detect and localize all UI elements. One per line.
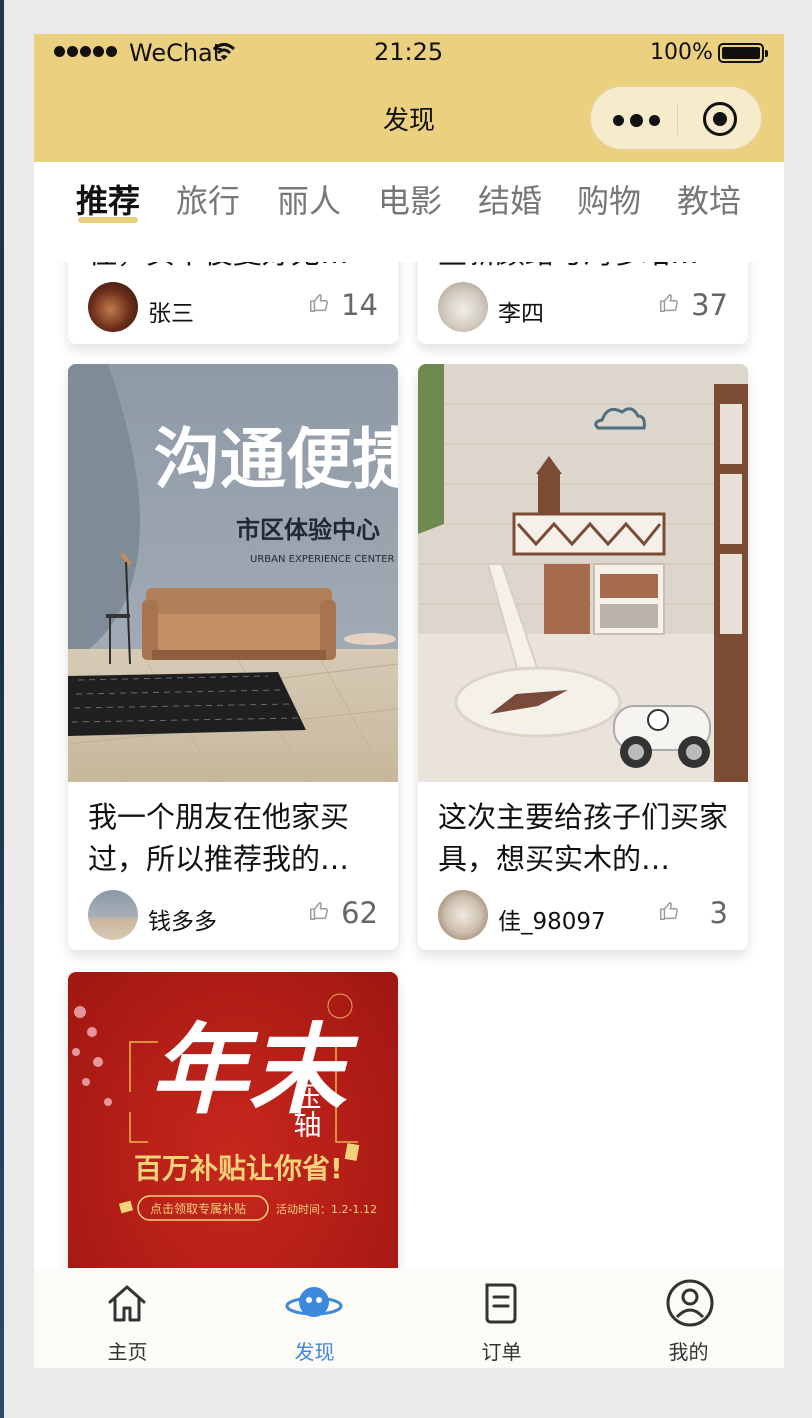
feed-list: 住，买下俊复好无… 张三 14 些新颜路与淘参站… 李四 37 bbox=[34, 262, 784, 1268]
card-title: 我一个朋友在他家买过，所以推荐我的… bbox=[88, 800, 350, 876]
feed-card[interactable]: 这次主要给孩子们买家具，想买实木的… 佳_98097 3 bbox=[418, 364, 748, 950]
more-options-icon[interactable] bbox=[613, 114, 660, 127]
cover-subtitle: 市区体验中心 bbox=[236, 516, 380, 544]
avatar[interactable] bbox=[438, 282, 488, 332]
signal-strength-icon bbox=[54, 46, 117, 57]
author-name[interactable]: 张三 bbox=[148, 294, 194, 328]
thumbs-up-icon[interactable] bbox=[308, 292, 330, 314]
thumbs-up-icon[interactable] bbox=[658, 900, 680, 922]
bottom-tab-label: 主页 bbox=[107, 1340, 148, 1364]
card-meta: 李四 37 bbox=[438, 282, 728, 334]
tab-wedding[interactable]: 结婚 bbox=[478, 176, 542, 222]
like-count: 62 bbox=[341, 896, 378, 930]
tab-movie[interactable]: 电影 bbox=[378, 176, 442, 222]
profile-icon bbox=[666, 1279, 714, 1327]
cover-subtitle-en: URBAN EXPERIENCE CENTER bbox=[250, 554, 395, 565]
card-title: 这次主要给孩子们买家具，想买实木的… bbox=[438, 800, 729, 876]
tab-education[interactable]: 教培 bbox=[677, 176, 741, 222]
bottom-tab-home[interactable]: 主页 bbox=[34, 1268, 221, 1368]
miniprogram-capsule bbox=[590, 86, 762, 150]
discover-icon bbox=[285, 1287, 343, 1317]
home-icon bbox=[108, 1285, 146, 1322]
like-count: 3 bbox=[709, 896, 728, 930]
thumbs-up-icon[interactable] bbox=[658, 292, 680, 314]
wifi-icon bbox=[212, 43, 236, 60]
battery-percent: 100% bbox=[650, 40, 713, 65]
thumbs-up-icon[interactable] bbox=[308, 900, 330, 922]
cover-side-text: 压轴 bbox=[290, 1082, 323, 1138]
desktop-background bbox=[0, 0, 4, 1418]
like-count: 14 bbox=[341, 288, 378, 322]
card-meta: 钱多多 62 bbox=[88, 890, 378, 942]
tab-beauty[interactable]: 丽人 bbox=[277, 176, 341, 222]
bottom-tab-label: 订单 bbox=[481, 1340, 522, 1364]
navigation-bar: 发现 bbox=[34, 74, 784, 162]
bottom-tab-label: 发现 bbox=[294, 1340, 335, 1364]
cover-image[interactable] bbox=[418, 364, 748, 782]
avatar[interactable] bbox=[88, 890, 138, 940]
bottom-tab-profile[interactable]: 我的 bbox=[595, 1268, 782, 1368]
tab-recommend[interactable]: 推荐 bbox=[76, 176, 140, 222]
bottom-tab-bar: 主页 发现 订单 我的 bbox=[34, 1268, 784, 1368]
card-meta: 佳_98097 3 bbox=[438, 890, 728, 942]
feed-card[interactable]: 住，买下俊复好无… 张三 14 bbox=[68, 262, 398, 344]
tab-shopping[interactable]: 购物 bbox=[577, 176, 641, 222]
feed-card[interactable]: 些新颜路与淘参站… 李四 37 bbox=[418, 262, 748, 344]
battery-icon bbox=[718, 43, 768, 63]
close-miniprogram-icon[interactable] bbox=[703, 102, 737, 136]
card-title: 些新颜路与淘参站… bbox=[438, 262, 738, 274]
avatar[interactable] bbox=[88, 282, 138, 332]
card-meta: 张三 14 bbox=[88, 282, 378, 334]
cover-date-text: 活动时间：1.2-1.12 bbox=[276, 1203, 377, 1216]
cover-image[interactable]: 沟通便捷 市区体验中心 URBAN EXPERIENCE CENTER bbox=[68, 364, 398, 782]
feed-card[interactable]: 沟通便捷 市区体验中心 URBAN EXPERIENCE CENTER 我一个朋… bbox=[68, 364, 398, 950]
tab-travel[interactable]: 旅行 bbox=[176, 176, 240, 222]
cover-image[interactable]: 年末 压轴 百万补贴让你省! 点击领取专属补贴 活动时间：1.2-1.12 bbox=[68, 972, 398, 1268]
carrier-name: WeChat bbox=[129, 39, 223, 67]
category-tabs: 推荐 旅行 丽人 电影 结婚 购物 教培 bbox=[34, 162, 784, 226]
cover-banner-text: 百万补贴让你省! bbox=[134, 1152, 343, 1185]
card-title: 住，买下俊复好无… bbox=[88, 262, 388, 274]
capsule-divider bbox=[677, 103, 678, 135]
author-name[interactable]: 李四 bbox=[498, 294, 544, 328]
bottom-tab-label: 我的 bbox=[668, 1340, 709, 1364]
order-icon bbox=[485, 1283, 517, 1324]
author-name[interactable]: 钱多多 bbox=[148, 902, 217, 936]
author-name[interactable]: 佳_98097 bbox=[498, 902, 606, 936]
like-count: 37 bbox=[691, 288, 728, 322]
status-bar: WeChat 21:25 100% bbox=[34, 34, 784, 74]
avatar[interactable] bbox=[438, 890, 488, 940]
cover-headline: 沟通便捷 bbox=[154, 421, 398, 498]
phone-screen: WeChat 21:25 100% 发现 推荐 旅行 丽人 电影 结婚 购物 教… bbox=[34, 34, 784, 1368]
bottom-tab-discover[interactable]: 发现 bbox=[221, 1268, 408, 1368]
active-tab-indicator bbox=[78, 217, 138, 223]
status-time: 21:25 bbox=[374, 38, 444, 66]
feed-card[interactable]: 年末 压轴 百万补贴让你省! 点击领取专属补贴 活动时间：1.2-1.12 bbox=[68, 972, 398, 1268]
cover-headline: 年末 bbox=[150, 1013, 359, 1128]
bottom-tab-orders[interactable]: 订单 bbox=[408, 1268, 595, 1368]
cover-button-text: 点击领取专属补贴 bbox=[150, 1201, 246, 1216]
